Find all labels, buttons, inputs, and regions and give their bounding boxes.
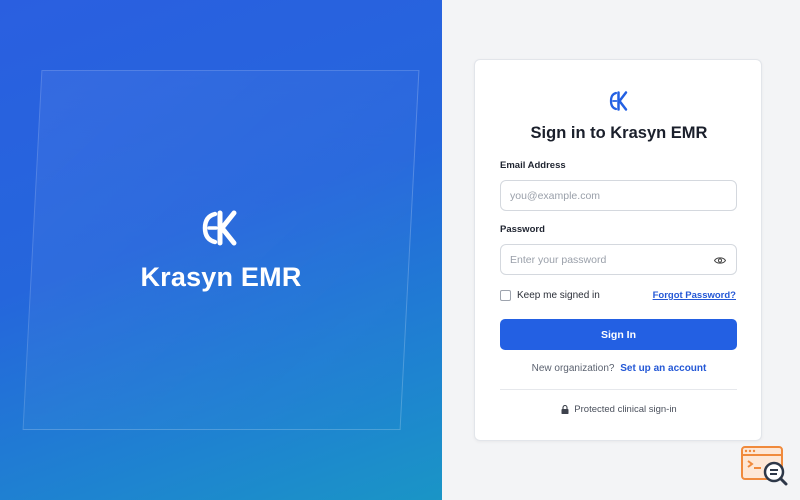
forgot-password-link[interactable]: Forgot Password? [653,290,736,301]
new-organization-row: New organization? Set up an account [475,363,763,374]
remember-label: Keep me signed in [517,290,600,301]
help-search-icon[interactable] [741,446,789,486]
show-password-button[interactable] [712,253,728,267]
password-label: Password [500,224,545,235]
remember-checkbox[interactable] [500,290,511,301]
sign-in-button[interactable]: Sign In [500,319,737,350]
email-label: Email Address [500,160,566,171]
divider [500,389,737,390]
protected-note: Protected clinical sign-in [475,404,763,415]
eye-icon [714,256,726,264]
decorative-frame [22,70,420,430]
email-field[interactable] [500,180,737,211]
brand-panel: Krasyn EMR [0,0,442,500]
ek-logo-icon [202,210,237,246]
page-title: Sign in to Krasyn EMR [530,124,708,142]
ek-logo-icon [609,91,628,111]
brand-name: Krasyn EMR [140,262,302,292]
remember-me[interactable]: Keep me signed in [500,290,600,301]
lock-icon [561,405,569,414]
setup-account-link[interactable]: Set up an account [620,363,706,374]
protected-text: Protected clinical sign-in [574,404,677,415]
login-card: Sign in to Krasyn EMR Email Address Pass… [474,59,762,441]
password-field[interactable] [500,244,737,275]
new-org-text: New organization? [531,363,615,374]
